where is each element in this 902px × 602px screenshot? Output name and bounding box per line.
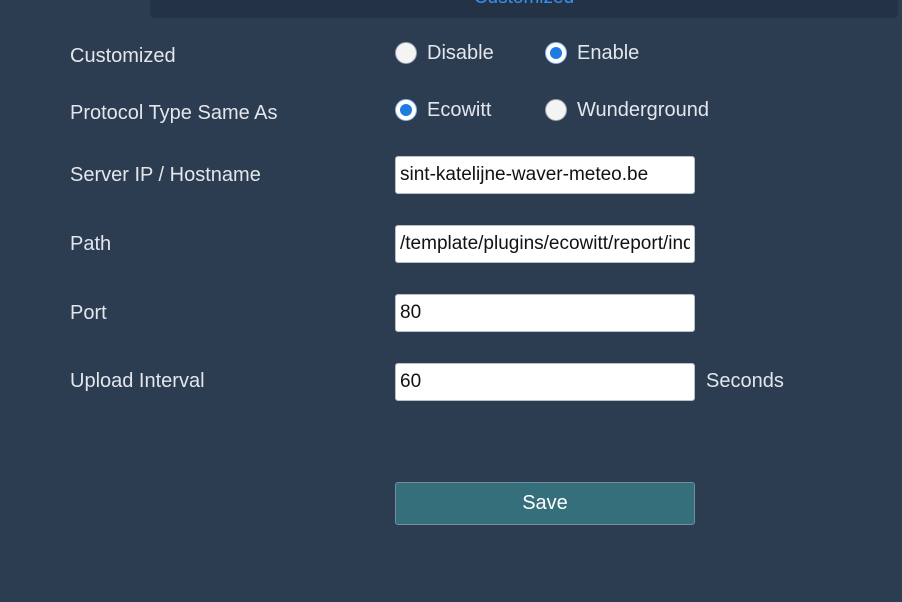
upload-interval-label: Upload Interval [70, 370, 205, 392]
customized-enable-label[interactable]: Enable [577, 41, 639, 65]
path-label: Path [70, 233, 112, 255]
protocol-wunderground-label[interactable]: Wunderground [577, 98, 709, 122]
tab-customized-label: Customized [150, 0, 898, 8]
save-button[interactable]: Save [395, 482, 695, 525]
protocol-wunderground-radio[interactable] [545, 99, 567, 121]
upload-interval-unit: Seconds [706, 370, 784, 392]
customized-disable-option[interactable]: Disable [395, 41, 494, 65]
protocol-wunderground-option[interactable]: Wunderground [545, 98, 709, 122]
path-input[interactable] [395, 225, 695, 263]
tab-customized[interactable]: Customized [150, 0, 898, 18]
customized-enable-radio[interactable] [545, 42, 567, 64]
protocol-type-label: Protocol Type Same As [70, 102, 278, 124]
port-input[interactable] [395, 294, 695, 332]
server-hostname-input[interactable] [395, 156, 695, 194]
port-label: Port [70, 302, 107, 324]
server-hostname-label: Server IP / Hostname [70, 164, 261, 186]
protocol-ecowitt-option[interactable]: Ecowitt [395, 98, 491, 122]
customized-label: Customized [70, 45, 176, 67]
protocol-ecowitt-label[interactable]: Ecowitt [427, 98, 491, 122]
customized-enable-option[interactable]: Enable [545, 41, 639, 65]
customized-disable-radio[interactable] [395, 42, 417, 64]
protocol-ecowitt-radio[interactable] [395, 99, 417, 121]
customized-disable-label[interactable]: Disable [427, 41, 494, 65]
upload-interval-input[interactable] [395, 363, 695, 401]
